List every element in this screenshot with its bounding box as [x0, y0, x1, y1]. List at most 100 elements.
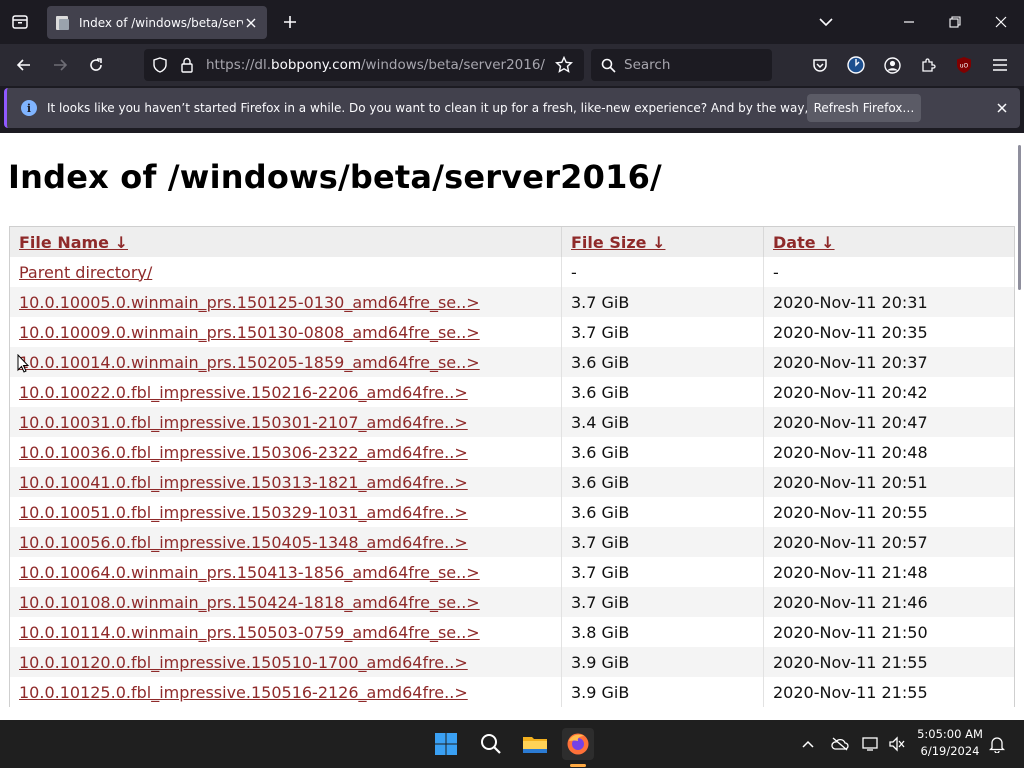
show-hidden-icons-button[interactable] [797, 733, 819, 755]
file-name-link[interactable]: 10.0.10108.0.winmain_prs.150424-1818_amd… [19, 593, 480, 612]
page-favicon-icon [56, 15, 69, 30]
volume-button[interactable] [886, 733, 908, 755]
table-row: Parent directory/ - - [10, 257, 1014, 287]
table-row: 10.0.10114.0.winmain_prs.150503-0759_amd… [10, 617, 1014, 647]
taskbar-search-button[interactable] [475, 728, 507, 760]
file-name-link[interactable]: 10.0.10114.0.winmain_prs.150503-0759_amd… [19, 623, 480, 642]
firefox-view-button[interactable] [6, 8, 34, 36]
file-size: 3.9 GiB [571, 682, 630, 702]
refresh-notification-bar: i It looks like you haven’t started Fire… [4, 88, 1020, 128]
start-button[interactable] [430, 728, 462, 760]
file-name-link[interactable]: 10.0.10022.0.fbl_impressive.150216-2206_… [19, 383, 468, 402]
table-row: 10.0.10022.0.fbl_impressive.150216-2206_… [10, 377, 1014, 407]
close-window-button[interactable] [989, 10, 1013, 34]
onedrive-button[interactable] [829, 733, 851, 755]
file-size: - [571, 262, 577, 282]
notifications-button[interactable] [986, 733, 1008, 755]
account-icon [883, 56, 901, 74]
file-size: 3.6 GiB [571, 502, 630, 522]
file-name-link[interactable]: 10.0.10056.0.fbl_impressive.150405-1348_… [19, 533, 468, 552]
lock-icon[interactable] [180, 57, 194, 73]
file-name-link[interactable]: 10.0.10120.0.fbl_impressive.150510-1700_… [19, 653, 468, 672]
list-all-tabs-button[interactable] [814, 10, 838, 34]
system-clock[interactable]: 5:05:00 AM 6/19/2024 [912, 726, 988, 760]
url-text[interactable]: https://dl.bobpony.com/windows/beta/serv… [206, 57, 545, 73]
file-date: 2020-Nov-11 20:42 [773, 382, 928, 402]
table-row: 10.0.10108.0.winmain_prs.150424-1818_amd… [10, 587, 1014, 617]
file-size: 3.8 GiB [571, 622, 630, 642]
file-name-link[interactable]: 10.0.10036.0.fbl_impressive.150306-2322_… [19, 443, 468, 462]
file-name-link[interactable]: Parent directory/ [19, 263, 152, 282]
firefox-taskbar-button[interactable] [562, 728, 594, 760]
close-icon [997, 103, 1007, 113]
table-row: 10.0.10051.0.fbl_impressive.150329-1031_… [10, 497, 1014, 527]
search-placeholder: Search [624, 57, 671, 73]
navigation-toolbar: https://dl.bobpony.com/windows/beta/serv… [0, 44, 1024, 86]
reload-button[interactable] [82, 51, 110, 79]
svg-text:uO: uO [960, 63, 969, 70]
close-icon [995, 16, 1007, 28]
network-button[interactable] [860, 733, 882, 755]
table-row: 10.0.10125.0.fbl_impressive.150516-2126_… [10, 677, 1014, 707]
file-size: 3.7 GiB [571, 532, 630, 552]
file-name-link[interactable]: 10.0.10041.0.fbl_impressive.150313-1821_… [19, 473, 468, 492]
tab-close-button[interactable] [243, 15, 259, 31]
file-name-link[interactable]: 10.0.10014.0.winmain_prs.150205-1859_amd… [19, 353, 480, 372]
volume-muted-icon [889, 736, 905, 752]
file-size: 3.7 GiB [571, 592, 630, 612]
file-name-link[interactable]: 10.0.10051.0.fbl_impressive.150329-1031_… [19, 503, 468, 522]
arrow-right-icon [54, 59, 68, 71]
file-name-link[interactable]: 10.0.10125.0.fbl_impressive.150516-2126_… [19, 683, 468, 702]
restore-button[interactable] [943, 10, 967, 34]
refresh-firefox-button[interactable]: Refresh Firefox… [807, 94, 921, 122]
table-row: 10.0.10014.0.winmain_prs.150205-1859_amd… [10, 347, 1014, 377]
app-menu-button[interactable] [986, 51, 1014, 79]
account-button[interactable] [878, 51, 906, 79]
table-row: 10.0.10056.0.fbl_impressive.150405-1348_… [10, 527, 1014, 557]
file-size: 3.6 GiB [571, 442, 630, 462]
table-row: 10.0.10041.0.fbl_impressive.150313-1821_… [10, 467, 1014, 497]
file-date: 2020-Nov-11 21:55 [773, 652, 928, 672]
new-tab-button[interactable] [278, 10, 302, 34]
file-name-link[interactable]: 10.0.10005.0.winmain_prs.150125-0130_amd… [19, 293, 480, 312]
file-date: 2020-Nov-11 20:55 [773, 502, 928, 522]
file-name-link[interactable]: 10.0.10064.0.winmain_prs.150413-1856_amd… [19, 563, 480, 582]
tab-title: Index of /windows/beta/server2016/ [79, 15, 243, 30]
tab-active[interactable]: Index of /windows/beta/server2016/ [47, 6, 267, 39]
sort-by-size-link[interactable]: File Size ↓ [571, 233, 665, 252]
ublock-origin-button[interactable]: uO [950, 51, 978, 79]
file-name-link[interactable]: 10.0.10031.0.fbl_impressive.150301-2107_… [19, 413, 468, 432]
extension-timer-button[interactable] [842, 51, 870, 79]
file-explorer-button[interactable] [519, 728, 551, 760]
file-date: 2020-Nov-11 21:46 [773, 592, 928, 612]
bookmark-star-icon[interactable] [555, 56, 573, 74]
page-content: Index of /windows/beta/server2016/ File … [0, 133, 1016, 720]
pocket-button[interactable] [806, 51, 834, 79]
sort-by-name-link[interactable]: File Name ↓ [19, 233, 128, 252]
notification-close-button[interactable] [992, 98, 1012, 118]
hamburger-menu-icon [993, 59, 1007, 71]
minimize-button[interactable] [897, 10, 921, 34]
file-name-link[interactable]: 10.0.10009.0.winmain_prs.150130-0808_amd… [19, 323, 480, 342]
shield-icon[interactable] [152, 57, 168, 73]
file-size: 3.4 GiB [571, 412, 630, 432]
bell-icon [989, 736, 1005, 753]
forward-button[interactable] [46, 51, 74, 79]
page-scrollbar[interactable] [1016, 133, 1024, 720]
pocket-icon [813, 59, 827, 72]
sort-by-date-link[interactable]: Date ↓ [773, 233, 835, 252]
search-bar[interactable]: Search [591, 49, 772, 81]
table-row: 10.0.10120.0.fbl_impressive.150510-1700_… [10, 647, 1014, 677]
back-button[interactable] [10, 51, 38, 79]
clock-date: 6/19/2024 [920, 744, 980, 758]
address-bar[interactable]: https://dl.bobpony.com/windows/beta/serv… [144, 49, 584, 81]
info-icon: i [21, 100, 37, 116]
file-size: 3.6 GiB [571, 352, 630, 372]
timer-icon [847, 56, 865, 74]
table-row: 10.0.10064.0.winmain_prs.150413-1856_amd… [10, 557, 1014, 587]
file-date: 2020-Nov-11 21:48 [773, 562, 928, 582]
file-date: 2020-Nov-11 20:48 [773, 442, 928, 462]
table-row: 10.0.10005.0.winmain_prs.150125-0130_amd… [10, 287, 1014, 317]
extensions-button[interactable] [914, 51, 942, 79]
scrollbar-thumb[interactable] [1018, 145, 1021, 290]
